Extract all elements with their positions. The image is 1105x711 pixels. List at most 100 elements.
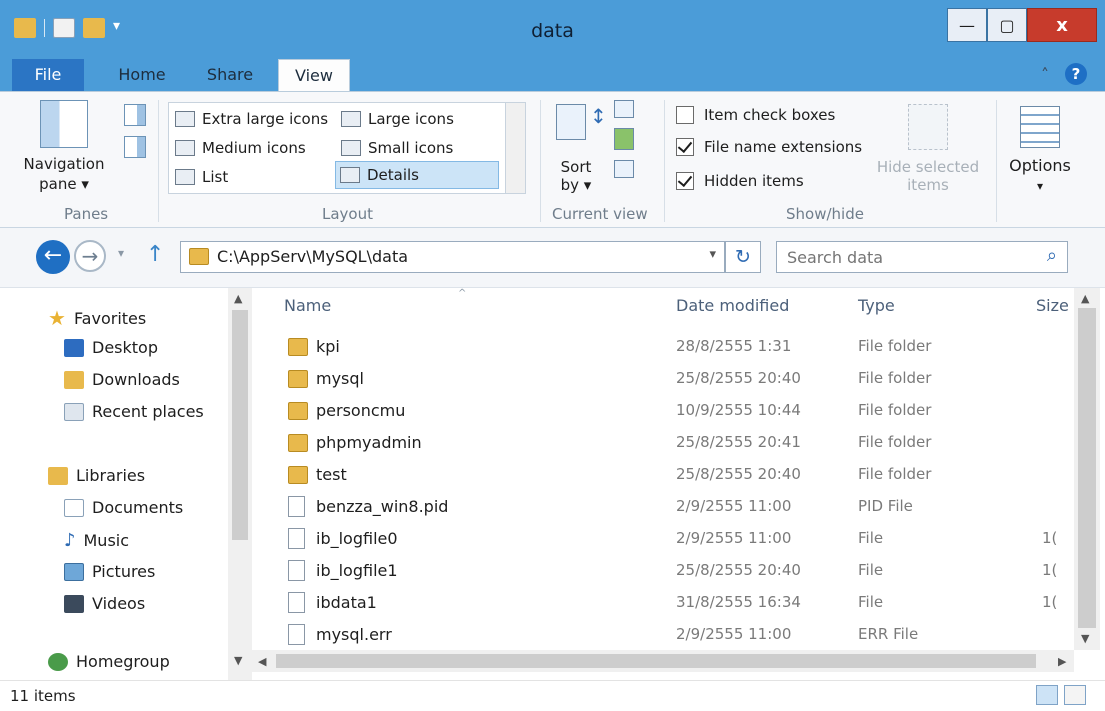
nav-libraries[interactable]: Libraries [48,466,145,485]
layout-medium-icons[interactable]: Medium icons [171,134,306,162]
details-view-icon[interactable] [1036,685,1058,705]
forward-button[interactable]: → [74,240,106,272]
file-row[interactable]: mysql 25/8/2555 20:40 File folder [282,364,1072,394]
layout-small-icons[interactable]: Small icons [337,134,453,162]
item-check-boxes-toggle[interactable]: Item check boxes [676,106,835,124]
nav-favorites[interactable]: ★ Favorites [48,306,146,330]
file-list-horizontal-scroll-thumb[interactable] [276,654,1036,668]
scroll-up-icon[interactable]: ▲ [234,292,242,305]
column-header-name[interactable]: Name [284,296,331,315]
details-pane-icon[interactable] [124,136,146,158]
tab-home[interactable]: Home [112,59,172,91]
search-icon[interactable]: ⌕ [1047,245,1057,266]
maximize-button[interactable]: ▢ [987,8,1027,42]
layout-details[interactable]: Details [335,161,499,189]
up-button[interactable]: ↑ [146,242,164,267]
up-arrow-icon: ↑ [146,242,165,267]
nav-desktop[interactable]: Desktop [64,338,158,357]
layout-extra-large-icons[interactable]: Extra large icons [171,105,328,133]
file-row[interactable]: ib_logfile0 2/9/2555 11:00 File 1( [282,524,1072,554]
column-header-size[interactable]: Size [1036,296,1069,315]
recent-places-icon [64,402,84,421]
scroll-left-icon[interactable]: ◀ [258,655,266,668]
recent-locations-dropdown[interactable]: ▾ [118,246,124,260]
nav-homegroup[interactable]: Homegroup [48,652,170,671]
tab-view[interactable]: View [278,59,350,91]
large-icons-view-icon[interactable] [1064,685,1086,705]
file-row[interactable]: kpi 28/8/2555 1:31 File folder [282,332,1072,362]
refresh-button[interactable]: ↻ [725,241,761,273]
tab-file[interactable]: File [12,59,84,91]
nav-recent-places[interactable]: Recent places [64,402,204,421]
layout-gallery-scroll[interactable] [505,103,525,193]
file-name-extensions-toggle[interactable]: File name extensions [676,138,862,156]
file-row[interactable]: test 25/8/2555 20:40 File folder [282,460,1072,490]
nav-documents[interactable]: Documents [64,498,183,517]
ribbon-view: Navigation pane ▾ Panes Extra large icon… [0,91,1105,228]
minimize-icon: — [959,15,975,35]
minimize-button[interactable]: — [947,8,987,42]
nav-videos[interactable]: Videos [64,594,145,613]
file-name-extensions-checkbox[interactable] [676,138,694,156]
hidden-items-checkbox[interactable] [676,172,694,190]
nav-downloads[interactable]: Downloads [64,370,180,389]
folder-icon [288,402,308,420]
folder-icon [189,248,209,265]
nav-pane-scroll-thumb[interactable] [232,310,248,540]
navigation-pane-label-1: Navigation [23,155,105,173]
search-input[interactable] [787,246,1027,268]
search-box[interactable]: ⌕ [776,241,1068,273]
file-list-vertical-scroll-thumb[interactable] [1078,308,1096,628]
homegroup-icon [48,652,68,671]
hidden-items-toggle[interactable]: Hidden items [676,172,804,190]
file-row[interactable]: ib_logfile1 25/8/2555 20:40 File 1( [282,556,1072,586]
details-icon [340,167,360,183]
file-row[interactable]: mysql.err 2/9/2555 11:00 ERR File [282,620,1072,650]
help-icon[interactable]: ? [1065,63,1087,85]
sort-icon[interactable] [556,104,586,140]
add-columns-icon[interactable] [614,128,634,150]
preview-pane-icon[interactable] [124,104,146,126]
item-check-boxes-checkbox[interactable] [676,106,694,124]
address-field[interactable]: C:\AppServ\MySQL\data ▾ [180,241,725,273]
close-button[interactable]: x [1027,8,1097,42]
options-button[interactable]: Options ▾ [1004,106,1076,196]
window-title: data [531,20,574,42]
sort-arrows-icon: ↕ [590,104,607,128]
hide-selected-items-button[interactable]: Hide selected items [868,104,988,194]
file-icon [288,560,305,581]
column-header-type[interactable]: Type [858,296,895,315]
file-row[interactable]: ibdata1 31/8/2555 16:34 File 1( [282,588,1072,618]
file-icon [288,592,305,613]
sort-indicator-icon: ^ [458,288,467,299]
column-header-date-modified[interactable]: Date modified [676,296,789,315]
nav-pictures[interactable]: Pictures [64,562,155,581]
star-icon: ★ [48,306,66,330]
scroll-down-icon[interactable]: ▼ [234,654,242,667]
scroll-up-icon[interactable]: ▲ [1081,292,1089,305]
file-icon [288,624,305,645]
group-by-icon[interactable] [614,100,634,118]
scroll-right-icon[interactable]: ▶ [1058,655,1066,668]
group-divider [664,100,665,222]
nav-music[interactable]: ♪ Music [64,530,129,551]
address-dropdown-icon[interactable]: ▾ [709,247,716,262]
file-row[interactable]: personcmu 10/9/2555 10:44 File folder [282,396,1072,426]
scroll-down-icon[interactable]: ▼ [1081,632,1089,645]
group-divider [996,100,997,222]
group-label-panes: Panes [64,205,109,223]
collapse-ribbon-icon[interactable]: ˄ [1041,65,1049,84]
file-row[interactable]: benzza_win8.pid 2/9/2555 11:00 PID File [282,492,1072,522]
ribbon-tabs: File Home Share View ˄ ? [0,55,1105,91]
address-path[interactable]: C:\AppServ\MySQL\data [217,247,408,266]
title-bar: ▾ data — ▢ x [0,0,1105,55]
tab-share[interactable]: Share [200,59,260,91]
layout-list[interactable]: List [171,163,228,191]
back-button[interactable]: ← [36,240,70,274]
file-row[interactable]: phpmyadmin 25/8/2555 20:41 File folder [282,428,1072,458]
size-columns-icon[interactable] [614,160,634,178]
sort-by-button[interactable]: Sort by ▾ [556,158,596,194]
layout-large-icons[interactable]: Large icons [337,105,454,133]
desktop-icon [64,338,84,357]
navigation-pane-button[interactable]: Navigation pane ▾ [16,100,112,194]
